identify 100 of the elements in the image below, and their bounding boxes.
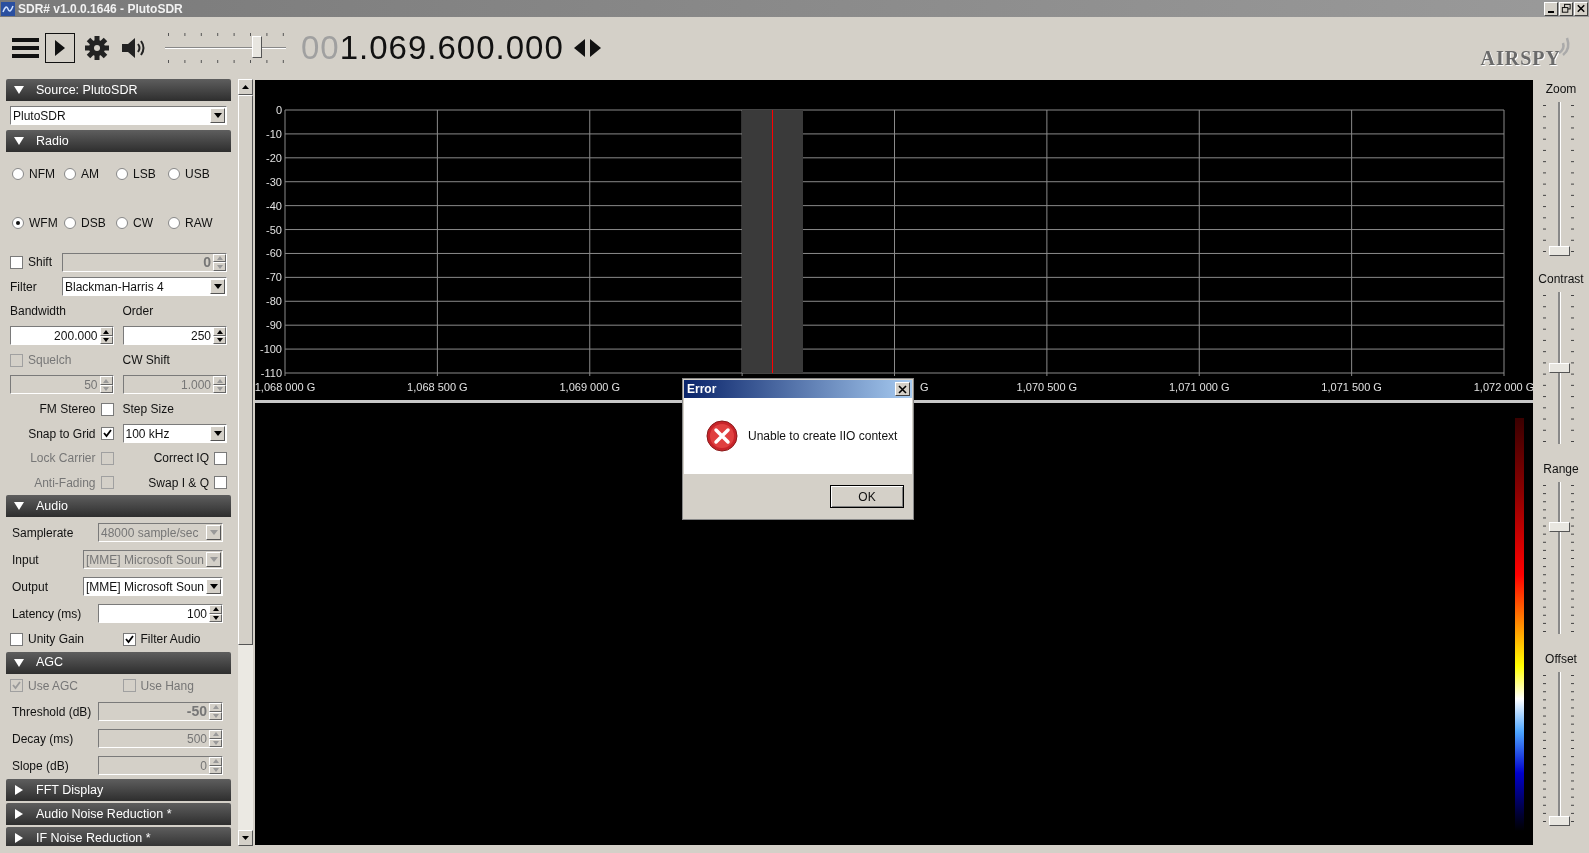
radio-button[interactable] (168, 216, 180, 229)
checkbox[interactable] (214, 476, 227, 490)
close-button[interactable] (895, 382, 910, 396)
slider-thumb[interactable] (1549, 816, 1570, 826)
dropdown-arrow-icon (213, 113, 222, 118)
close-button[interactable] (1574, 1, 1588, 16)
checkbox[interactable] (100, 427, 114, 441)
slider-label: Offset (1544, 651, 1578, 668)
radio-button[interactable] (168, 167, 180, 180)
tick-label: -30 (266, 175, 282, 188)
slider-thumb[interactable] (1549, 363, 1570, 373)
tick-label: -50 (266, 223, 282, 236)
tick-label: 1,071 500 G (1321, 381, 1382, 393)
expand-triangle-icon (14, 785, 24, 795)
tick-label: 1,070 500 G (1016, 381, 1078, 393)
radio-label: USB (185, 165, 210, 183)
dropdown[interactable]: PlutoSDR (10, 106, 227, 125)
radio-label: DSB (81, 214, 106, 232)
checkbox[interactable] (10, 255, 23, 269)
play-icon (54, 39, 66, 56)
radio-label: CW (133, 214, 153, 232)
checkbox-label: Shift (28, 254, 52, 272)
settings-icon[interactable] (85, 35, 109, 60)
collapse-triangle-icon (14, 85, 24, 95)
restore-icon (1560, 2, 1572, 15)
checkbox[interactable] (10, 632, 23, 646)
collapse-triangle-icon (14, 136, 24, 146)
menu-icon (12, 36, 39, 59)
tick-label: -40 (266, 199, 282, 212)
expand-triangle-icon (14, 809, 24, 819)
dropdown-arrow-icon (213, 431, 222, 437)
tick-label: G (919, 381, 929, 393)
dropdown-arrow-icon (209, 584, 218, 589)
tick-label: 1,068 000 G (255, 381, 316, 393)
tick-label: 0 (275, 104, 282, 116)
menu-button[interactable] (12, 36, 39, 59)
radio-button[interactable] (12, 167, 24, 180)
field-label: Latency (ms) (12, 605, 82, 623)
section-header[interactable]: FFT Display (6, 779, 231, 801)
checkbox-label: Unity Gain (28, 631, 85, 649)
scrollbar[interactable] (238, 79, 253, 846)
checkbox[interactable] (100, 402, 114, 416)
checkbox-label: Anti-Fading (34, 474, 96, 492)
dialog-message: Unable to create IIO context (748, 428, 898, 445)
restore-button[interactable] (1559, 1, 1573, 16)
field-label: Decay (ms) (12, 730, 74, 748)
tick-label: 1,072 000 G (1473, 381, 1533, 393)
dropdown-arrow-icon (213, 284, 222, 290)
dropdown[interactable]: 100 kHz (122, 424, 227, 444)
section-header[interactable]: Audio (6, 495, 231, 517)
volume-slider-thumb[interactable] (251, 35, 262, 58)
field-label: Output (12, 578, 49, 596)
left-right-arrows-icon[interactable] (573, 37, 601, 58)
tick-label: -20 (266, 151, 282, 164)
error-icon (706, 420, 738, 452)
spin-field[interactable]: 100 (98, 604, 223, 623)
field-label: CW Shift (122, 352, 170, 370)
ok-button[interactable]: OK (830, 485, 904, 508)
slider-thumb[interactable] (1549, 246, 1570, 256)
tick-label: -80 (266, 295, 282, 308)
tick-label: -100 (259, 343, 282, 356)
section-header[interactable]: Radio (6, 130, 231, 152)
scroll-thumb[interactable] (238, 95, 253, 645)
checkbox-label: Correct IQ (153, 450, 209, 468)
tick-label: -90 (266, 319, 282, 332)
dropdown[interactable]: [MME] Microsoft Soun (82, 577, 223, 596)
dropdown-arrow-icon (209, 530, 218, 535)
expand-triangle-icon (14, 833, 24, 843)
slider-label: Contrast (1537, 271, 1585, 288)
checkbox-label: Use AGC (28, 677, 78, 695)
tick-label: -70 (266, 271, 282, 284)
spin-field[interactable]: 200.000 (10, 326, 114, 346)
radio-button[interactable] (12, 216, 24, 229)
checkbox-label: Snap to Grid (28, 425, 96, 443)
radio-button[interactable] (64, 216, 76, 229)
dropdown[interactable]: Blackman-Harris 4 (62, 277, 227, 297)
minimize-button[interactable] (1544, 1, 1558, 16)
slider-thumb[interactable] (1549, 522, 1570, 533)
section-header[interactable]: Source: PlutoSDR (6, 79, 231, 101)
scroll-down-icon (242, 836, 249, 840)
section-header[interactable]: AGC (6, 651, 231, 674)
field-label: Step Size (122, 401, 174, 419)
checkbox[interactable] (122, 632, 136, 646)
play-button[interactable] (45, 32, 75, 63)
tick-label: -10 (266, 127, 282, 140)
field-label: Filter (10, 278, 37, 296)
radio-button[interactable] (116, 167, 128, 180)
radio-label: AM (81, 165, 99, 183)
checkbox-label: Swap I & Q (148, 474, 209, 492)
checkbox[interactable] (214, 451, 227, 465)
checkbox-label: Use Hang (140, 677, 194, 695)
radio-button[interactable] (64, 167, 76, 180)
spin-field[interactable]: 250 (122, 326, 227, 346)
close-icon (1575, 2, 1587, 15)
radio-button[interactable] (116, 216, 128, 229)
radio-label: RAW (185, 214, 213, 232)
tick-label: -110 (260, 367, 282, 379)
section-header[interactable]: Audio Noise Reduction * (6, 803, 231, 825)
section-header[interactable]: IF Noise Reduction * (6, 827, 231, 846)
field-label: Samplerate (12, 524, 74, 542)
